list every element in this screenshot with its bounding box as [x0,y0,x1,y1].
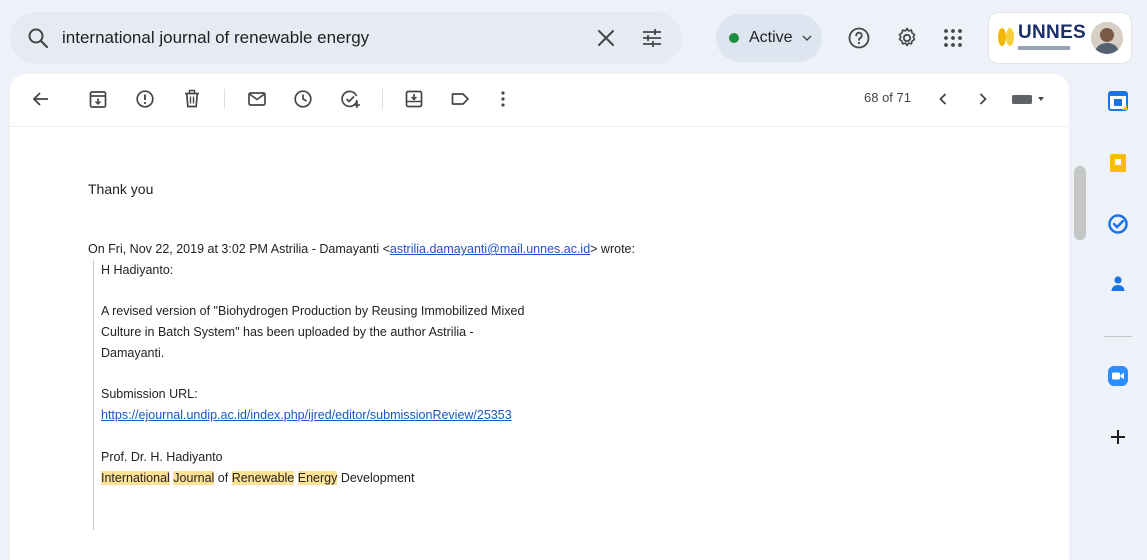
signature-journal: International Journal of Renewable Energ… [101,471,414,485]
archive-icon[interactable] [87,88,109,110]
attribution-suffix: > wrote: [590,242,635,256]
quote-divider [93,260,94,530]
scrollbar-thumb[interactable] [1074,166,1086,240]
toolbar-divider [382,89,383,109]
signature-word: of [217,471,229,485]
signature-name: Prof. Dr. H. Hadiyanto [101,450,223,464]
add-task-icon[interactable] [339,88,361,110]
help-icon[interactable] [847,26,871,50]
older-chevron-right-icon[interactable] [972,88,994,110]
search-highlight: Renewable [231,471,295,485]
reply-text: Thank you [88,181,154,197]
message-counter: 68 of 71 [864,90,911,105]
quote-attribution: On Fri, Nov 22, 2019 at 3:02 PM Astrilia… [88,242,635,256]
mark-unread-icon[interactable] [246,88,268,110]
avatar[interactable] [1091,22,1123,54]
rail-divider [1104,336,1132,337]
submission-url-label: Submission URL: [101,387,198,401]
unnes-logo-icon [998,28,1014,46]
quote-line: Damayanti. [101,346,165,360]
move-to-inbox-icon[interactable] [403,88,425,110]
search-options-icon[interactable] [640,26,664,50]
sender-email-link[interactable]: astrilia.damayanti@mail.unnes.ac.id [390,242,590,256]
chevron-down-icon [802,35,812,41]
search-bar[interactable]: international journal of renewable energ… [10,12,682,64]
message-toolbar: 68 of 71 [10,74,1069,127]
profile-photo-icon [1091,22,1123,54]
attribution-prefix: On Fri, Nov 22, 2019 at 3:02 PM Astrilia… [88,242,390,256]
submission-url-line: https://ejournal.undip.ac.id/index.php/i… [101,408,512,422]
org-logo-text: UNNES [1018,22,1087,43]
search-input[interactable]: international journal of renewable energ… [62,28,594,48]
newer-chevron-left-icon[interactable] [932,88,954,110]
top-bar: international journal of renewable energ… [0,0,1147,74]
calendar-icon[interactable] [1106,89,1130,113]
search-highlight: International [101,471,170,485]
clear-search-icon[interactable] [594,26,618,50]
report-spam-icon[interactable] [134,88,156,110]
quote-line: Culture in Batch System" has been upload… [101,325,474,339]
quote-line: A revised version of "Biohydrogen Produc… [101,304,525,318]
tasks-icon[interactable] [1106,212,1130,236]
back-arrow-icon[interactable] [30,88,52,110]
keep-notes-icon[interactable] [1106,151,1130,175]
search-icon[interactable] [26,26,50,50]
search-highlight: Energy [297,471,338,485]
org-logo-tagline [1018,46,1070,50]
label-icon[interactable] [449,88,471,110]
contacts-icon[interactable] [1106,272,1130,296]
more-vert-icon[interactable] [492,88,514,110]
status-label: Active [749,29,793,46]
submission-url-link[interactable]: https://ejournal.undip.ac.id/index.php/i… [101,408,512,422]
status-dot [729,33,739,43]
add-apps-plus-icon[interactable] [1106,425,1130,449]
quote-greeting: H Hadiyanto: [101,263,174,277]
status-button[interactable]: Active [716,14,822,62]
delete-icon[interactable] [181,88,203,110]
toolbar-divider [224,89,225,109]
input-tools-keyboard-icon[interactable] [1010,88,1050,110]
zoom-app-icon[interactable] [1106,364,1130,388]
account-switcher[interactable]: UNNES [988,12,1132,64]
signature-word: Development [340,471,415,485]
apps-grid-icon[interactable] [941,26,965,50]
snooze-icon[interactable] [292,88,314,110]
search-highlight: Journal [173,471,215,485]
settings-gear-icon[interactable] [895,26,919,50]
